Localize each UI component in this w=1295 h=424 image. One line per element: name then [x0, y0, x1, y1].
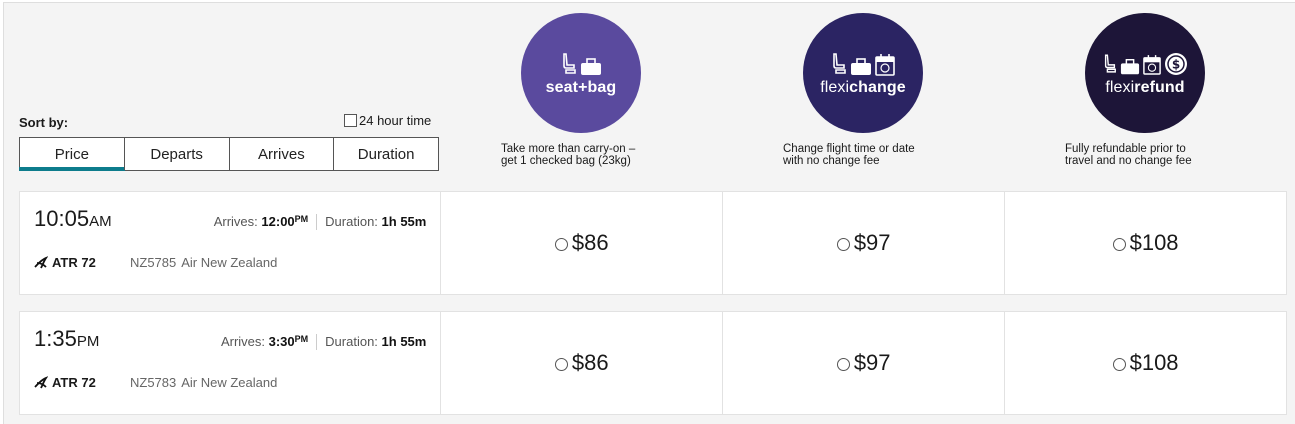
airline-logo-icon [34, 255, 48, 268]
fare-option-flexirefund[interactable]: $108 [1005, 192, 1286, 294]
fare-radio[interactable] [836, 358, 850, 371]
airline-logo-icon [34, 375, 48, 388]
seat-icon [833, 52, 846, 74]
flight-row: 10:05AM Arrives: 12:00 PM Duration: 1h 55… [19, 191, 1287, 295]
fare-option-flexichange[interactable]: $97 [723, 312, 1006, 414]
fare-header-flexichange: flexichange Change flight time or date wi… [783, 13, 1003, 167]
aircraft-type: ATR 72 [52, 255, 96, 270]
fare-header-flexirefund: $ flexirefund Fully refundable prior to t… [1065, 13, 1285, 167]
fare-description: Take more than carry-on – get 1 checked b… [501, 143, 636, 167]
arrival-duration: Arrives: 12:00 PM Duration: 1h 55m [213, 214, 427, 230]
sort-tabs: Price Departs Arrives Duration [19, 137, 439, 171]
fare-selection-panel: Sort by: 24 hour time Price Departs Arri… [3, 2, 1295, 424]
fare-option-seat-bag[interactable]: $86 [441, 312, 724, 414]
aircraft-details: ATR 72 NZ5783 Air New Zealand [34, 375, 277, 390]
seat-icon [1104, 54, 1116, 73]
sort-tab-departs[interactable]: Departs [123, 138, 229, 170]
fare-option-flexichange[interactable]: $97 [723, 192, 1006, 294]
seat-icon [562, 52, 576, 74]
airline-name: Air New Zealand [181, 375, 278, 390]
sort-tab-price[interactable]: Price [19, 138, 125, 171]
sort-tab-duration[interactable]: Duration [333, 138, 438, 170]
fare-price: $108 [1129, 350, 1179, 375]
bag-icon [1120, 58, 1139, 74]
fare-price: $97 [853, 230, 891, 255]
fare-badge-flexichange: flexichange [803, 13, 923, 133]
fare-option-flexirefund[interactable]: $108 [1005, 312, 1286, 414]
fare-price: $86 [571, 350, 609, 375]
departure-time: 10:05AM [34, 206, 112, 231]
flight-row: 1:35PM Arrives: 3:30 PM Duration: 1h 55m … [19, 311, 1287, 415]
24-hour-checkbox[interactable] [344, 114, 357, 127]
fare-badge-flexirefund: $ flexirefund [1085, 13, 1205, 133]
fare-description: Change flight time or date with no change… [783, 143, 915, 167]
departure-time: 1:35PM [34, 326, 100, 351]
fare-radio[interactable] [554, 358, 568, 371]
fare-price: $108 [1129, 230, 1179, 255]
fare-header-seat-bag: seat+bag Take more than carry-on – get 1 … [501, 13, 721, 167]
calendar-icon [875, 53, 895, 76]
fare-name: flexirefund [1105, 78, 1185, 96]
fare-radio[interactable] [1112, 358, 1126, 371]
flight-number: NZ5783 [130, 375, 177, 390]
bag-icon [580, 57, 601, 75]
fare-badge-seat-bag: seat+bag [521, 13, 641, 133]
24-hour-label: 24 hour time [359, 113, 432, 128]
fare-icons [561, 50, 602, 76]
fare-radio[interactable] [836, 238, 850, 251]
aircraft-details: ATR 72 NZ5785 Air New Zealand [34, 255, 277, 270]
fare-icons [831, 50, 895, 76]
fare-name: seat+bag [545, 78, 617, 96]
arrival-duration: Arrives: 3:30 PM Duration: 1h 55m [220, 334, 427, 350]
dollar-icon: $ [1164, 52, 1187, 75]
sort-tab-arrives[interactable]: Arrives [228, 138, 334, 170]
calendar-icon [1142, 54, 1161, 75]
fare-price: $97 [853, 350, 891, 375]
fare-radio[interactable] [1112, 238, 1126, 251]
flight-number: NZ5785 [130, 255, 177, 270]
svg-text:$: $ [1171, 57, 1179, 71]
fare-option-seat-bag[interactable]: $86 [441, 192, 724, 294]
flight-info: 10:05AM Arrives: 12:00 PM Duration: 1h 55… [20, 192, 442, 294]
24-hour-time-toggle[interactable]: 24 hour time [344, 113, 431, 128]
fare-description: Fully refundable prior to travel and no c… [1065, 143, 1192, 167]
fare-radio[interactable] [554, 238, 568, 251]
fare-name: flexichange [820, 78, 906, 96]
sort-by-label: Sort by: [19, 115, 69, 130]
fare-icons: $ [1103, 50, 1188, 76]
aircraft-type: ATR 72 [52, 375, 96, 390]
flight-info: 1:35PM Arrives: 3:30 PM Duration: 1h 55m … [20, 312, 442, 414]
fare-price: $86 [571, 230, 609, 255]
bag-icon [851, 57, 871, 75]
airline-name: Air New Zealand [181, 255, 278, 270]
